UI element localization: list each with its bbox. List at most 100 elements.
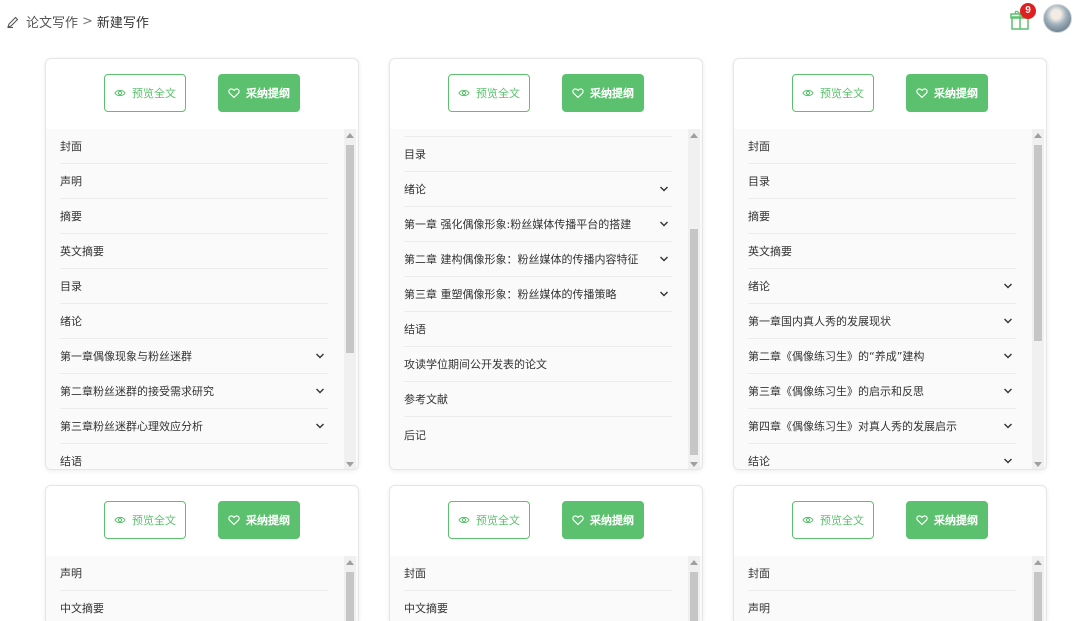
outline-item[interactable]: 第二章粉丝迷群的接受需求研究 [60, 374, 328, 409]
outline-item[interactable]: 结论 [748, 444, 1016, 469]
outline-item[interactable]: 绪论 [404, 172, 672, 207]
outline-item[interactable]: 英文摘要 [60, 234, 328, 269]
outline-item[interactable]: 封面 [60, 129, 328, 164]
outline-item[interactable]: 第三章 重塑偶像形象：粉丝媒体的传播策略 [404, 277, 672, 312]
chevron-down-icon[interactable] [658, 218, 670, 230]
preview-full-text-button[interactable]: 预览全文 [104, 501, 186, 539]
scrollbar[interactable] [1032, 556, 1044, 621]
scrollbar-thumb[interactable] [346, 572, 354, 621]
scroll-down-arrow-icon[interactable] [346, 462, 354, 467]
outline-item[interactable]: 第二章《偶像练习生》的“养成”建构 [748, 339, 1016, 374]
adopt-outline-button[interactable]: 采纳提纲 [562, 501, 644, 539]
outline-item[interactable]: 封面 [748, 556, 1016, 591]
outline-item[interactable]: 第三章粉丝迷群心理效应分析 [60, 409, 328, 444]
outline-card: 预览全文 采纳提纲 封面 中文摘要 [389, 485, 703, 621]
outline-card: 预览全文 采纳提纲 封面 目录 摘要 英文摘要 绪论 第一章国内真人秀的发展现状… [733, 58, 1047, 470]
outline-item[interactable]: 绪论 [748, 269, 1016, 304]
scroll-down-arrow-icon[interactable] [690, 462, 698, 467]
chevron-down-icon[interactable] [1002, 385, 1014, 397]
breadcrumb: 论文写作 > 新建写作 [6, 12, 149, 31]
outline-item[interactable]: 英文摘要 [748, 234, 1016, 269]
chevron-down-icon[interactable] [314, 385, 326, 397]
outline-item[interactable]: 声明 [748, 591, 1016, 621]
outline-item[interactable]: 声明 [60, 164, 328, 199]
outline-item[interactable]: 第四章《偶像练习生》对真人秀的发展启示 [748, 409, 1016, 444]
outline-item[interactable]: 第三章《偶像练习生》的启示和反思 [748, 374, 1016, 409]
scroll-up-arrow-icon[interactable] [690, 133, 698, 138]
scrollbar-thumb[interactable] [346, 145, 354, 353]
outline-card: 预览全文 采纳提纲 封面 声明 [733, 485, 1047, 621]
heart-icon [916, 515, 928, 526]
outline-item[interactable]: 摘要 [748, 199, 1016, 234]
outline-item[interactable]: 目录 [748, 164, 1016, 199]
outline-item[interactable]: 第一章 强化偶像形象:粉丝媒体传播平台的搭建 [404, 207, 672, 242]
adopt-outline-button[interactable]: 采纳提纲 [906, 74, 988, 112]
chevron-down-icon[interactable] [1002, 280, 1014, 292]
outline-item[interactable]: 中文摘要 [60, 591, 328, 621]
chevron-down-icon[interactable] [658, 183, 670, 195]
outline-item[interactable]: 摘要 [60, 199, 328, 234]
breadcrumb-parent[interactable]: 论文写作 [26, 12, 78, 31]
chevron-down-icon[interactable] [314, 350, 326, 362]
scrollbar[interactable] [344, 129, 356, 469]
outline-item[interactable]: 绪论 [60, 304, 328, 339]
scrollbar-thumb[interactable] [690, 229, 698, 455]
outline-item[interactable]: 封面 [404, 556, 672, 591]
outline-list[interactable]: 声明 中文摘要 [46, 556, 358, 621]
outline-list[interactable]: 封面 声明 [734, 556, 1046, 621]
scrollbar[interactable] [688, 129, 700, 469]
scroll-up-arrow-icon[interactable] [1034, 560, 1042, 565]
outline-list[interactable]: 目录 绪论 第一章 强化偶像形象:粉丝媒体传播平台的搭建 第二章 建构偶像形象：… [390, 129, 702, 469]
scroll-up-arrow-icon[interactable] [1034, 133, 1042, 138]
scrollbar[interactable] [688, 556, 700, 621]
adopt-outline-button[interactable]: 采纳提纲 [906, 501, 988, 539]
edit-icon [7, 16, 19, 28]
avatar[interactable] [1043, 4, 1072, 33]
scroll-up-arrow-icon[interactable] [346, 133, 354, 138]
preview-full-text-button[interactable]: 预览全文 [448, 74, 530, 112]
outline-item[interactable]: 参考文献 [404, 382, 672, 417]
preview-full-text-button[interactable]: 预览全文 [792, 74, 874, 112]
chevron-down-icon[interactable] [1002, 455, 1014, 467]
chevron-down-icon[interactable] [1002, 350, 1014, 362]
scrollbar-thumb[interactable] [690, 572, 698, 621]
outline-item[interactable]: 后记 [404, 417, 672, 452]
adopt-outline-button[interactable]: 采纳提纲 [218, 74, 300, 112]
scrollbar-thumb[interactable] [1034, 145, 1042, 341]
outline-item[interactable]: 目录 [404, 137, 672, 172]
eye-icon [114, 516, 126, 524]
outline-item[interactable]: 封面 [748, 129, 1016, 164]
outline-item[interactable]: 声明 [60, 556, 328, 591]
scroll-down-arrow-icon[interactable] [1034, 462, 1042, 467]
outline-item[interactable]: 中文摘要 [404, 591, 672, 621]
outline-list[interactable]: 封面 声明 摘要 英文摘要 目录 绪论 第一章偶像现象与粉丝迷群 第二章粉丝迷群… [46, 129, 358, 469]
scroll-up-arrow-icon[interactable] [346, 560, 354, 565]
chevron-down-icon[interactable] [658, 253, 670, 265]
adopt-outline-button[interactable]: 采纳提纲 [562, 74, 644, 112]
outline-card: 预览全文 采纳提纲 目录 绪论 第一章 强化偶像形象:粉丝媒体传播平台的搭建 第… [389, 58, 703, 470]
outline-item[interactable]: 第二章 建构偶像形象：粉丝媒体的传播内容特征 [404, 242, 672, 277]
preview-full-text-button[interactable]: 预览全文 [792, 501, 874, 539]
outline-item[interactable]: 结语 [404, 312, 672, 347]
outline-item[interactable]: 结语 [60, 444, 328, 469]
chevron-down-icon[interactable] [1002, 420, 1014, 432]
outline-list[interactable]: 封面 目录 摘要 英文摘要 绪论 第一章国内真人秀的发展现状 第二章《偶像练习生… [734, 129, 1046, 469]
preview-full-text-button[interactable]: 预览全文 [448, 501, 530, 539]
preview-full-text-button[interactable]: 预览全文 [104, 74, 186, 112]
outline-item[interactable]: 第一章偶像现象与粉丝迷群 [60, 339, 328, 374]
outline-list[interactable]: 封面 中文摘要 [390, 556, 702, 621]
breadcrumb-current: 新建写作 [96, 16, 149, 31]
chevron-down-icon[interactable] [314, 420, 326, 432]
chevron-down-icon[interactable] [1002, 315, 1014, 327]
top-bar: 论文写作 > 新建写作 9 [0, 0, 1080, 44]
scrollbar[interactable] [1032, 129, 1044, 469]
adopt-outline-button[interactable]: 采纳提纲 [218, 501, 300, 539]
eye-icon [458, 516, 470, 524]
scroll-up-arrow-icon[interactable] [690, 560, 698, 565]
outline-item[interactable]: 攻读学位期间公开发表的论文 [404, 347, 672, 382]
scrollbar-thumb[interactable] [1034, 572, 1042, 621]
outline-item[interactable]: 第一章国内真人秀的发展现状 [748, 304, 1016, 339]
outline-item[interactable]: 目录 [60, 269, 328, 304]
scrollbar[interactable] [344, 556, 356, 621]
chevron-down-icon[interactable] [658, 288, 670, 300]
